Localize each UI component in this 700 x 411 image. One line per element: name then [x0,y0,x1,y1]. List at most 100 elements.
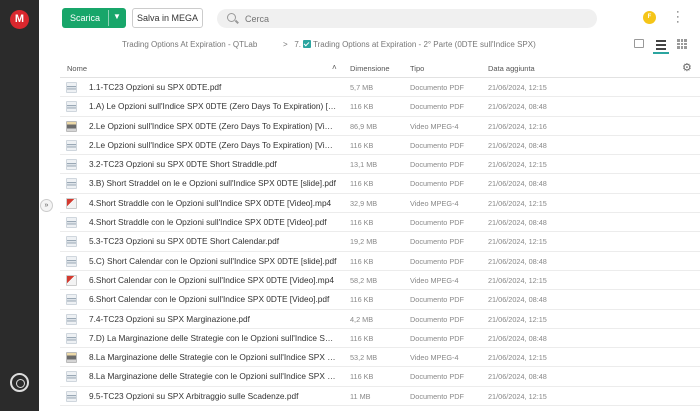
pdf-file-icon [66,178,77,190]
file-name: 3.B) Short Straddel on le e Opzioni sull… [89,178,336,189]
table-row[interactable]: 7.4-TC23 Opzioni su SPX Marginazione.pdf… [60,310,700,329]
thumbnail-view-icon[interactable] [634,39,644,48]
file-date: 21/06/2024, 08:48 [488,102,547,112]
file-type: Documento PDF [410,372,464,382]
file-type: Documento PDF [410,314,464,324]
file-name: 9.5-TC23 Opzioni su SPX Arbitraggio sull… [89,390,299,401]
avatar[interactable]: F [643,11,656,24]
file-size: 116 KB [350,140,374,150]
download-button-label: Scarica [70,13,101,23]
table-row[interactable]: 2.Le Opzioni sull'Indice SPX 0DTE (Zero … [60,117,700,136]
search-bar[interactable] [217,9,597,28]
download-button[interactable]: Scarica ▼ [62,8,126,28]
table-row[interactable]: 4.Short Straddle con le Opzioni sull'Ind… [60,194,700,214]
transfers-icon[interactable] [10,373,29,392]
file-size: 116 KB [350,333,374,343]
file-size: 116 KB [350,295,374,305]
pdf-file-icon [66,159,77,171]
file-size: 116 KB [350,102,374,112]
file-name: 6.Short Calendar con le Opzioni sull'Ind… [89,274,334,285]
column-header-type[interactable]: Tipo [410,64,424,73]
file-type: Documento PDF [410,256,464,266]
sidebar: M [0,0,39,411]
file-name: 5.3-TC23 Opzioni su SPX 0DTE Short Calen… [89,236,280,247]
file-name: 8.La Marginazione delle Strategie con le… [89,352,337,363]
file-date: 21/06/2024, 08:48 [488,256,547,266]
table-row[interactable]: 6.Short Calendar con le Opzioni sull'Ind… [60,271,700,291]
breadcrumb-parent[interactable]: Trading Options At Expiration - QTLab [122,40,257,49]
file-type: Documento PDF [410,179,464,189]
video-file-icon [66,120,77,132]
file-type: Documento PDF [410,391,464,401]
table-row[interactable]: 3.2-TC23 Opzioni su SPX 0DTE Short Strad… [60,155,700,175]
file-date: 21/06/2024, 12:15 [488,160,547,170]
table-row[interactable]: 9.5-TC23 Opzioni su SPX Arbitraggio sull… [60,387,700,407]
file-size: 19,2 MB [350,237,378,247]
file-name: 2.Le Opzioni sull'Indice SPX 0DTE (Zero … [89,139,337,150]
file-type: Documento PDF [410,160,464,170]
pdf-file-icon [66,390,77,402]
breadcrumb-separator: > [283,40,288,49]
file-type: Video MPEG-4 [410,121,459,131]
grid-view-icon[interactable] [677,39,687,49]
pdf-file-icon [66,236,77,248]
pdf-file-icon [66,255,77,267]
file-type: Documento PDF [410,83,464,92]
download-button-divider [108,10,109,26]
file-size: 5,7 MB [350,83,374,92]
table-row[interactable]: 8.La Marginazione delle Strategie con le… [60,348,700,368]
file-size: 53,2 MB [350,353,378,363]
more-options-icon[interactable]: · · · [676,7,680,28]
file-type: Video MPEG-4 [410,198,459,208]
file-date: 21/06/2024, 08:48 [488,372,547,382]
pdf-file-icon [66,217,77,229]
file-name: 1.1-TC23 Opzioni su SPX 0DTE.pdf [89,82,222,92]
column-header-size[interactable]: Dimensione [350,64,390,73]
file-name: 1.A) Le Opzioni sull'Indice SPX 0DTE (Ze… [89,101,337,112]
file-date: 21/06/2024, 12:15 [488,353,547,363]
table-row[interactable]: 6.Short Calendar con le Opzioni sull'Ind… [60,290,700,310]
breadcrumb: Trading Options At Expiration - QTLab > … [39,36,700,58]
file-size: 116 KB [350,256,374,266]
file-size: 13,1 MB [350,160,378,170]
file-size: 32,9 MB [350,198,378,208]
table-row[interactable]: 1.A) Le Opzioni sull'Indice SPX 0DTE (Ze… [60,97,700,117]
search-input[interactable] [245,12,585,25]
pdf-file-icon [66,139,77,151]
file-name: 7.D) La Marginazione delle Strategie con… [89,332,337,343]
column-header-name[interactable]: Nome [67,64,87,73]
video-file-icon [66,274,77,286]
save-to-mega-button[interactable]: Salva in MEGA [132,8,203,28]
file-date: 21/06/2024, 08:48 [488,295,547,305]
file-date: 21/06/2024, 08:48 [488,218,547,228]
table-row[interactable]: 8.La Marginazione delle Strategie con le… [60,367,700,387]
file-type: Documento PDF [410,218,464,228]
file-size: 11 MB [350,391,371,401]
file-date: 21/06/2024, 12:15 [488,275,547,285]
file-date: 21/06/2024, 12:16 [488,121,547,131]
file-type: Video MPEG-4 [410,353,459,363]
table-row[interactable]: 5.3-TC23 Opzioni su SPX 0DTE Short Calen… [60,232,700,252]
pdf-file-icon [66,101,77,113]
table-row[interactable]: 1.1-TC23 Opzioni su SPX 0DTE.pdf 5,7 MB Do… [60,78,700,98]
column-header-date[interactable]: Data aggiunta [488,64,535,73]
file-type: Documento PDF [410,333,464,343]
pdf-file-icon [66,82,77,93]
table-row[interactable]: 7.D) La Marginazione delle Strategie con… [60,329,700,349]
expand-sidebar-icon[interactable]: » [40,199,53,212]
table-row[interactable]: 3.B) Short Straddel on le e Opzioni sull… [60,174,700,194]
mega-logo-icon[interactable]: M [10,10,29,29]
video-file-icon [66,197,77,209]
table-row[interactable]: 5.C) Short Calendar con le Opzioni sull'… [60,252,700,271]
file-name: 5.C) Short Calendar con le Opzioni sull'… [89,255,337,266]
table-row[interactable]: 2.Le Opzioni sull'Indice SPX 0DTE (Zero … [60,136,700,156]
sort-asc-icon[interactable]: ˄ [332,63,337,72]
table-row[interactable]: 4.Short Straddle con le Opzioni sull'Ind… [60,213,700,233]
chevron-down-icon[interactable]: ▼ [113,12,121,21]
gear-icon[interactable]: ⚙ [682,61,692,74]
list-view-icon[interactable] [653,36,669,54]
search-icon [227,13,236,22]
file-name: 3.2-TC23 Opzioni su SPX 0DTE Short Strad… [89,159,277,170]
file-list: 1.1-TC23 Opzioni su SPX 0DTE.pdf 5,7 MB Do… [60,78,700,407]
file-type: Documento PDF [410,102,464,112]
